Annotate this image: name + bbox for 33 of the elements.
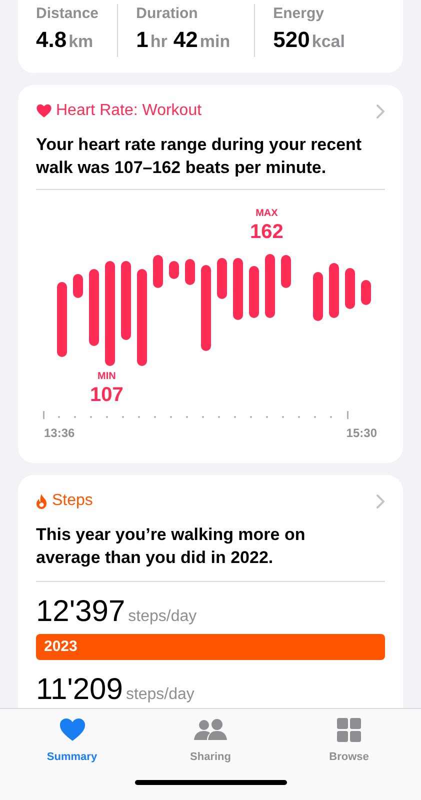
- flame-icon: [36, 494, 47, 508]
- steps-unit: steps/day: [128, 607, 197, 627]
- end-time: 15:30: [346, 425, 377, 442]
- tab-button[interactable]: Sharing: [166, 717, 254, 766]
- steps-value: 11'209: [36, 672, 123, 708]
- steps-unit: steps/day: [126, 685, 194, 705]
- steps-card[interactable]: Steps This year you’re walking more on average than you did in 2022. 12'397 steps/day 2023 11'209 steps/day: [18, 475, 403, 708]
- max-value: 162: [250, 220, 284, 244]
- card-title: Steps: [52, 491, 93, 511]
- steps-value: 12'397: [36, 594, 126, 630]
- max-label: MAX: [256, 208, 278, 220]
- card-title: Heart Rate: Workout: [56, 101, 202, 121]
- stat-label: Duration: [136, 4, 199, 24]
- year-label: 2023: [44, 636, 78, 657]
- card-summary: This year you’re walking more on average than you did in 2022.: [36, 523, 385, 582]
- heart-icon: [36, 104, 52, 118]
- stat-value: 1 hr 42 min: [136, 26, 232, 54]
- people-icon: [194, 719, 228, 741]
- stat-label: Distance: [36, 4, 100, 24]
- chevron-icon: [376, 104, 385, 118]
- card-summary: Your heart rate range during your recent walk was 107–162 beats per minute.: [36, 133, 385, 190]
- min-value: 107: [90, 383, 124, 407]
- chevron-icon: [376, 494, 385, 508]
- grid-icon: [337, 718, 361, 742]
- stat-value: 4.8 km: [36, 26, 94, 54]
- heart-rate-card[interactable]: Heart Rate: Workout Your heart rate range during your recent walk was 107–162 beats per minute. MAX 162 MIN 107 13:36 15:30: [18, 85, 403, 463]
- tab-button[interactable]: Summary: [28, 717, 116, 766]
- tab-button[interactable]: Browse: [305, 717, 393, 766]
- stat-value: 520 kcal: [273, 26, 346, 54]
- stat-label: Energy: [273, 4, 325, 24]
- min-label: MIN: [98, 371, 116, 383]
- start-time: 13:36: [44, 425, 75, 442]
- heart-icon: [58, 718, 86, 742]
